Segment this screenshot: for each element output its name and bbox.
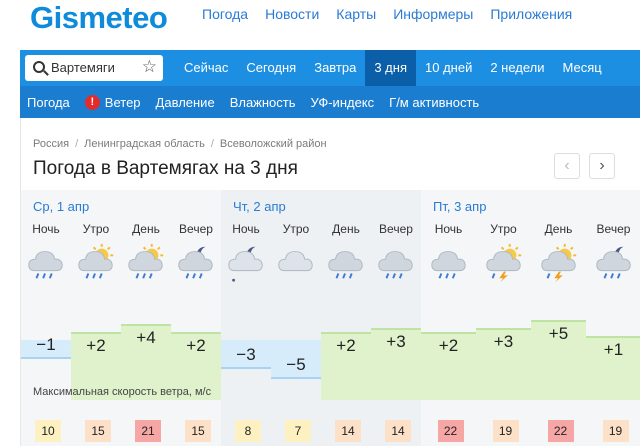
wind-speed-badge: 21: [135, 420, 161, 442]
search-icon: [33, 61, 45, 73]
temperature-value: −3: [236, 345, 256, 364]
subnav-pressure[interactable]: Давление: [156, 95, 215, 110]
star-icon[interactable]: ☆: [142, 57, 157, 77]
tab-6[interactable]: Месяц: [554, 50, 611, 86]
nav-link-informers[interactable]: Информеры: [393, 6, 473, 22]
nav-link-weather[interactable]: Погода: [202, 6, 248, 22]
tab-0[interactable]: Сейчас: [175, 50, 237, 86]
breadcrumb-district[interactable]: Всеволожский район: [220, 138, 327, 150]
cloud-rain-icon: [430, 251, 466, 279]
main-tab-bar: Вартемяги ☆ Сейчас Сегодня Завтра 3 дня 10 д…: [20, 50, 640, 86]
subnav-geomagnetic[interactable]: Г/м активность: [389, 95, 479, 110]
wind-speed-badge: 19: [492, 420, 519, 442]
gismeteo-logo[interactable]: Gismeteo: [30, 0, 168, 36]
sub-nav-bar: Погода ! Ветер Давление Влажность УФ-инде…: [20, 86, 640, 118]
tab-4[interactable]: 10 дней: [416, 50, 481, 86]
moon-cloud-icon: [228, 246, 263, 282]
subnav-uv-index[interactable]: УФ-индекс: [311, 95, 375, 110]
wind-speed-badge: 22: [547, 420, 574, 442]
temperature-value: −1: [36, 335, 56, 354]
time-of-day-label: Ночь: [434, 222, 463, 236]
period-tabs: Сейчас Сегодня Завтра 3 дня 10 дней 2 недели М…: [175, 50, 611, 86]
temperature-value: +4: [136, 328, 156, 347]
moon-cloud-rain-icon: [178, 246, 213, 279]
warning-icon: !: [84, 94, 100, 110]
moon-cloud-rain-icon: [595, 246, 631, 279]
time-of-day-label: Ночь: [232, 222, 260, 236]
day-label: Пт, 3 апр: [433, 199, 487, 214]
temperature-value: +3: [386, 332, 406, 351]
time-of-day-label: Ночь: [32, 222, 60, 236]
time-of-day-label: Утро: [490, 222, 517, 236]
sun-cloud-storm-icon: [485, 243, 521, 283]
nav-link-apps[interactable]: Приложения: [490, 6, 572, 22]
nav-link-news[interactable]: Новости: [265, 6, 319, 22]
cloud-rain-icon: [28, 251, 63, 279]
temperature-value: +1: [603, 340, 624, 359]
sun-cloud-rain-icon: [128, 243, 164, 279]
day-label: Чт, 2 апр: [233, 199, 286, 214]
wind-speed-badge: 19: [602, 420, 629, 442]
time-of-day-label: Утро: [282, 222, 310, 236]
day-label: Ср, 1 апр: [33, 199, 90, 214]
temperature-value: +2: [186, 336, 206, 355]
time-of-day-label: День: [132, 222, 160, 236]
time-of-day-label: Вечер: [179, 222, 213, 236]
breadcrumb-country[interactable]: Россия: [33, 138, 69, 150]
wind-speed-badge: 14: [335, 420, 361, 442]
temperature-value: +2: [86, 336, 106, 355]
temperature-value: +5: [548, 324, 569, 343]
tab-1[interactable]: Сегодня: [237, 50, 305, 86]
time-of-day-label: Вечер: [596, 222, 631, 236]
forecast-panel: Россия / Ленинградская область / Всеволожски…: [20, 118, 640, 446]
wind-speed-badge: 15: [85, 420, 111, 442]
tab-3[interactable]: 3 дня: [365, 50, 416, 86]
time-of-day-label: Вечер: [379, 222, 413, 236]
sun-cloud-storm-icon: [540, 243, 576, 283]
cloud-rain-icon: [328, 251, 363, 279]
temperature-value: +3: [493, 332, 514, 351]
subnav-wind[interactable]: ! Ветер: [84, 94, 141, 110]
wind-speed-badge: 22: [437, 420, 464, 442]
subnav-humidity[interactable]: Влажность: [230, 95, 296, 110]
temperature-value: +2: [336, 336, 356, 355]
time-of-day-label: День: [332, 222, 360, 236]
wind-speed-label: Максимальная скорость ветра, м/с: [33, 386, 212, 398]
time-of-day-label: День: [544, 222, 573, 236]
next-arrow-button[interactable]: ›: [589, 153, 615, 179]
cloud-icon: [278, 251, 313, 272]
search-value: Вартемяги: [51, 60, 115, 75]
forecast-grid: Ср, 1 апр Чт, 2 апр Пт, 3 апр Ночь −1 Утро…: [21, 190, 640, 446]
top-nav: Погода Новости Карты Информеры Приложени…: [202, 6, 589, 22]
tab-2[interactable]: Завтра: [305, 50, 365, 86]
cloud-rain-icon: [378, 251, 413, 279]
wind-speed-badge: 8: [235, 420, 261, 442]
sun-cloud-rain-icon: [78, 243, 114, 279]
page-title: Погода в Вартемягах на 3 дня: [33, 158, 298, 179]
wind-speed-badge: 14: [385, 420, 411, 442]
subnav-weather[interactable]: Погода: [27, 95, 70, 110]
wind-speed-badge: 15: [185, 420, 211, 442]
breadcrumb-region[interactable]: Ленинградская область: [84, 138, 205, 150]
top-header: Gismeteo Погода Новости Карты Информеры …: [0, 0, 640, 48]
temperature-value: +2: [438, 336, 459, 355]
prev-arrow-button[interactable]: ‹: [554, 153, 580, 179]
location-search-input[interactable]: Вартемяги ☆: [25, 55, 163, 81]
temperature-value: −5: [286, 355, 306, 374]
breadcrumb: Россия / Ленинградская область / Всеволожски…: [33, 138, 327, 150]
subnav-wind-label: Ветер: [104, 94, 141, 110]
time-of-day-label: Утро: [82, 222, 110, 236]
wind-speed-badge: 10: [35, 420, 61, 442]
nav-link-maps[interactable]: Карты: [336, 6, 376, 22]
tab-5[interactable]: 2 недели: [481, 50, 553, 86]
wind-speed-badge: 7: [285, 420, 311, 442]
